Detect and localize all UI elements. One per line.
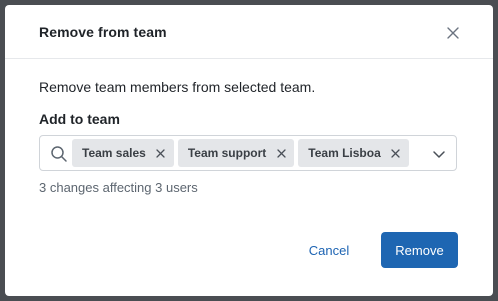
cancel-button[interactable]: Cancel [295, 233, 363, 267]
close-icon [447, 27, 459, 39]
remove-tag-button[interactable] [391, 148, 401, 158]
dialog-description: Remove team members from selected team. [39, 79, 316, 95]
close-icon [277, 148, 286, 158]
changes-summary: 3 changes affecting 3 users [39, 180, 198, 195]
team-multiselect[interactable]: Team sales Team support Team Lisboa [39, 135, 457, 171]
remove-tag-button[interactable] [156, 148, 166, 158]
remove-from-team-dialog: Remove from team Remove team members fro… [5, 5, 493, 296]
close-button[interactable] [441, 21, 465, 45]
close-icon [391, 148, 400, 158]
remove-tag-button[interactable] [276, 148, 286, 158]
team-field-label: Add to team [39, 111, 120, 127]
remove-button[interactable]: Remove [381, 232, 458, 268]
tag-team-sales: Team sales [72, 139, 174, 167]
chevron-down-icon[interactable] [432, 147, 446, 161]
tag-team-lisboa: Team Lisboa [298, 139, 409, 167]
tag-team-support: Team support [177, 139, 295, 167]
tag-label: Team support [187, 146, 267, 160]
tag-label: Team sales [82, 146, 146, 160]
search-icon [51, 146, 67, 162]
selected-tags: Team sales Team support Team Lisboa [72, 139, 409, 167]
dialog-title: Remove from team [39, 24, 167, 40]
dialog-header: Remove from team [5, 5, 493, 59]
close-icon [156, 148, 165, 158]
tag-label: Team Lisboa [308, 146, 381, 160]
